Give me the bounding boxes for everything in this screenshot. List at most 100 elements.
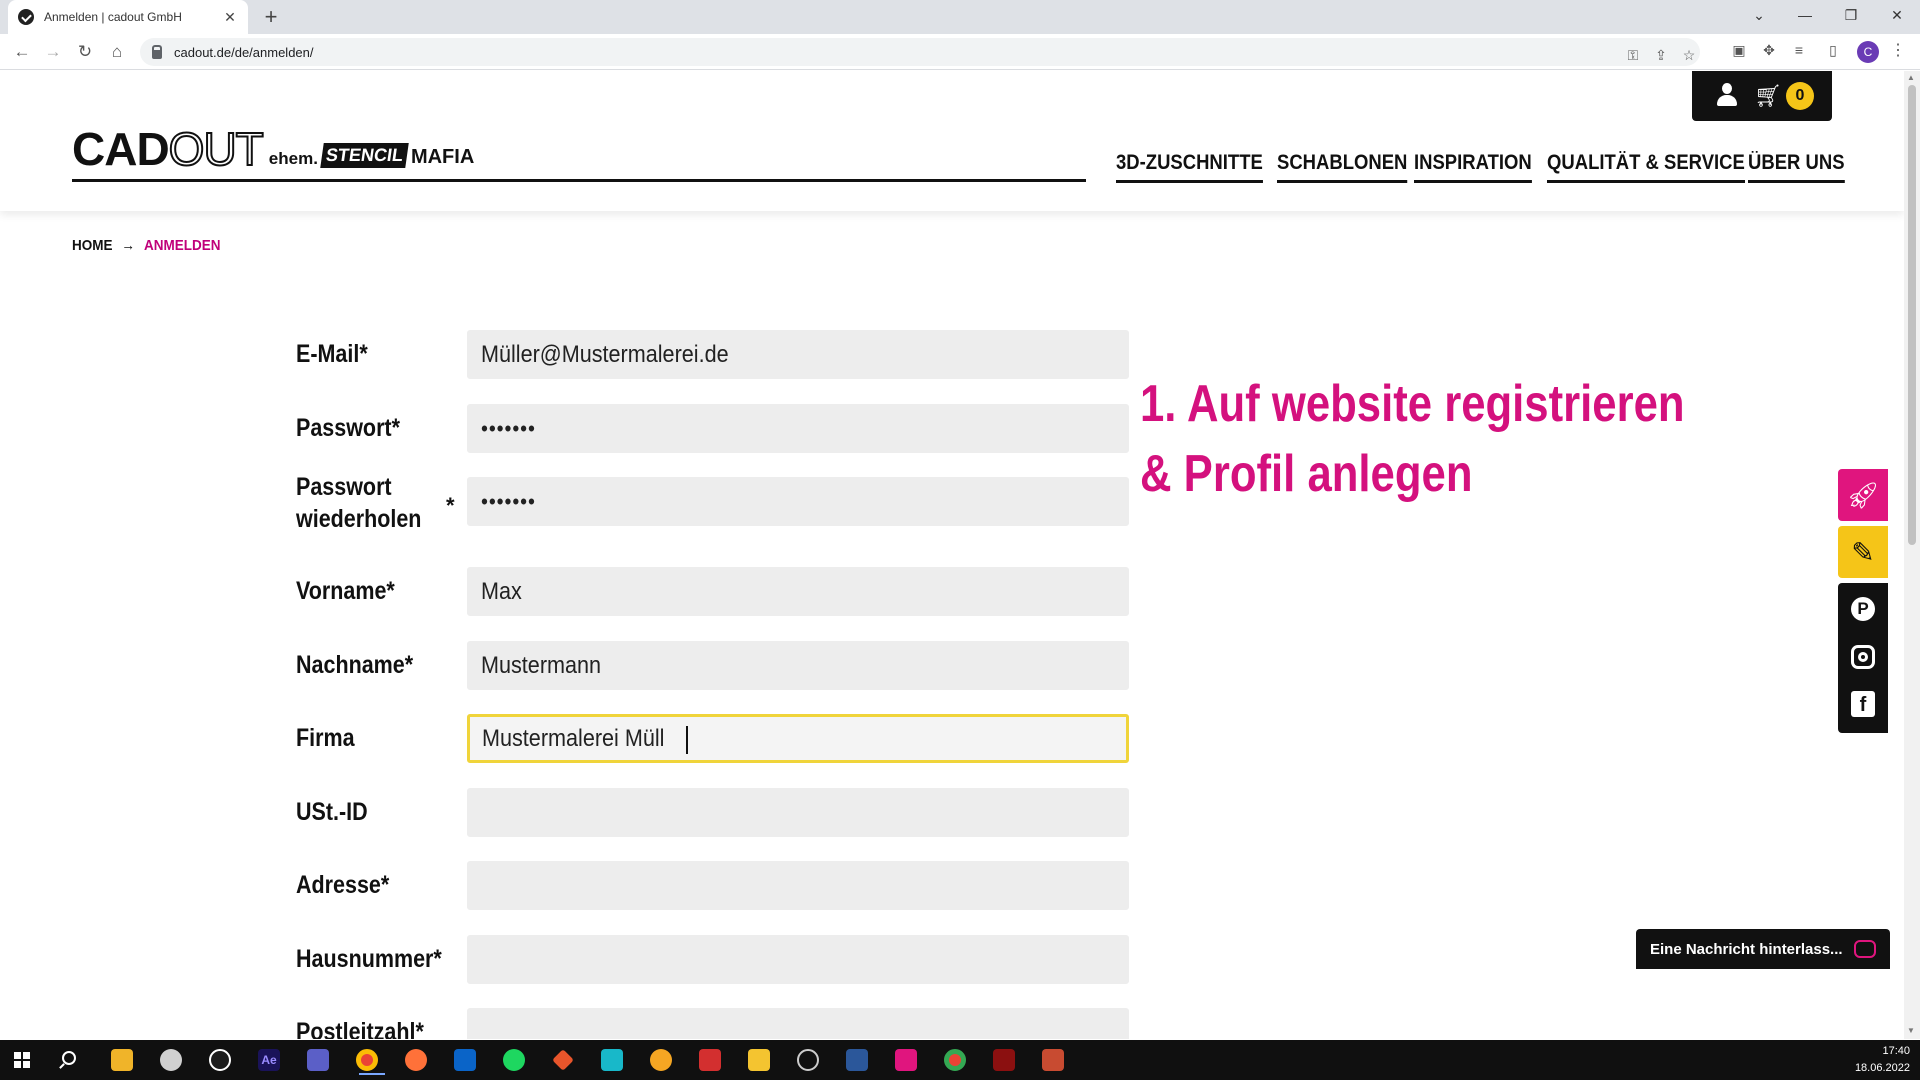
bookmark-star-icon[interactable]: ☆ <box>1680 47 1698 64</box>
edit-button[interactable]: ✎ <box>1838 526 1888 578</box>
address-bar[interactable]: cadout.de/de/anmelden/ ⚿ ⇪ ☆ <box>140 38 1700 66</box>
email-label: E-Mail* <box>296 340 368 368</box>
address-label: Adresse* <box>296 871 390 899</box>
logo-stencil: STENCIL <box>320 143 409 168</box>
cart-count-badge[interactable]: 0 <box>1786 82 1814 110</box>
side-panel-icon[interactable]: ▯ <box>1823 42 1843 59</box>
new-tab-button[interactable]: + <box>258 4 284 30</box>
chat-label: Eine Nachricht hinterlass... <box>1650 940 1843 958</box>
promo-text: 1. Auf website registrieren & Profil anl… <box>1140 369 1685 509</box>
nav-qualitaet-service[interactable]: QUALITÄT & SERVICE <box>1547 143 1745 183</box>
page-scrollbar[interactable]: ▲ ▼ <box>1904 71 1920 1039</box>
scroll-down-icon[interactable]: ▼ <box>1907 1026 1915 1035</box>
extensions-puzzle-icon[interactable]: ✥ <box>1759 42 1779 59</box>
nav-inspiration[interactable]: INSPIRATION <box>1414 143 1532 183</box>
app-red-icon[interactable] <box>993 1049 1015 1071</box>
clock-time: 17:40 <box>1882 1045 1910 1057</box>
password-label: Passwort* <box>296 414 400 442</box>
spotify-icon[interactable] <box>503 1049 525 1071</box>
share-icon[interactable]: ⇪ <box>1652 47 1670 64</box>
close-tab-icon[interactable]: ✕ <box>222 9 238 26</box>
pinterest-icon[interactable]: P <box>1851 597 1875 621</box>
screenshot-extension-icon[interactable]: ▣ <box>1729 42 1749 59</box>
forward-button[interactable]: → <box>41 40 65 64</box>
nav-schablonen[interactable]: SCHABLONEN <box>1277 143 1408 183</box>
password-repeat-field[interactable]: ••••••• <box>467 477 1129 526</box>
acrobat-icon[interactable] <box>699 1049 721 1071</box>
instagram-icon[interactable] <box>1851 645 1875 669</box>
after-effects-icon[interactable]: Ae <box>258 1049 280 1071</box>
shopping-cart-icon[interactable]: 🛒︎ <box>1754 83 1782 109</box>
text-caret <box>685 725 688 754</box>
tab-search-chevron-icon[interactable]: ⌄ <box>1736 0 1782 34</box>
social-links: P f <box>1838 583 1888 733</box>
lastname-field[interactable]: Mustermann <box>467 641 1129 690</box>
chat-bubble-icon <box>1854 940 1876 958</box>
vat-field[interactable] <box>467 788 1129 837</box>
scrollbar-thumb[interactable] <box>1908 85 1916 545</box>
chat-widget[interactable]: Eine Nachricht hinterlass... <box>1636 929 1890 969</box>
app-grid-icon[interactable] <box>1042 1049 1064 1071</box>
password-repeat-label-line2: wiederholen <box>296 505 422 533</box>
teams-icon[interactable] <box>307 1049 329 1071</box>
minimize-window-button[interactable]: — <box>1782 0 1828 34</box>
profile-avatar[interactable]: C <box>1857 41 1879 63</box>
account-cart-box: 🛒︎ 0 <box>1692 71 1832 121</box>
outlook-icon[interactable] <box>454 1049 476 1071</box>
tab-title: Anmelden | cadout GmbH <box>44 10 182 24</box>
rocket-button[interactable]: 🚀︎ <box>1838 469 1888 521</box>
pencil-icon: ✎ <box>1851 536 1875 568</box>
password-repeat-label-line1: Passwort <box>296 473 392 501</box>
obs-icon[interactable] <box>797 1049 819 1071</box>
scroll-up-icon[interactable]: ▲ <box>1907 73 1915 82</box>
email-field[interactable]: Müller@Mustermalerei.de <box>467 330 1129 379</box>
chrome-profile-icon[interactable] <box>944 1049 966 1071</box>
web-page: CAD OUT ehem. STENCIL MAFIA 3D-ZUSCHNITT… <box>0 71 1904 1039</box>
xbox-icon[interactable] <box>209 1049 231 1071</box>
firefox-icon[interactable] <box>405 1049 427 1071</box>
company-field[interactable]: Mustermalerei Müll <box>467 714 1129 763</box>
firstname-field[interactable]: Max <box>467 567 1129 616</box>
taskbar-search-icon[interactable] <box>62 1051 76 1065</box>
promo-line-1: 1. Auf website registrieren <box>1140 375 1685 433</box>
logo-brand-cad: CAD <box>72 123 170 175</box>
site-logo[interactable]: CAD OUT ehem. STENCIL MAFIA <box>72 123 474 175</box>
lastname-label: Nachname* <box>296 651 414 679</box>
app-s-icon[interactable] <box>601 1049 623 1071</box>
lock-icon[interactable] <box>152 44 162 59</box>
back-button[interactable]: ← <box>10 40 34 64</box>
browser-menu-icon[interactable]: ⋮ <box>1890 40 1906 60</box>
address-field[interactable] <box>467 861 1129 910</box>
vat-label: USt.-ID <box>296 798 368 826</box>
media-control-icon[interactable]: ≡ <box>1789 42 1809 58</box>
postcode-field[interactable] <box>467 1008 1129 1039</box>
house-number-field[interactable] <box>467 935 1129 984</box>
taskbar-clock[interactable]: 17:40 18.06.2022 <box>1846 1043 1910 1077</box>
nav-ueber-uns[interactable]: ÜBER UNS <box>1748 143 1845 183</box>
house-number-label: Hausnummer* <box>296 945 442 973</box>
home-button[interactable]: ⌂ <box>105 40 129 64</box>
creative-cloud-icon[interactable] <box>895 1049 917 1071</box>
password-field[interactable]: ••••••• <box>467 404 1129 453</box>
header-divider <box>72 179 1086 182</box>
app-i-icon[interactable] <box>748 1049 770 1071</box>
file-explorer-icon[interactable] <box>111 1049 133 1071</box>
restore-window-button[interactable]: ❐ <box>1828 0 1874 34</box>
close-window-button[interactable]: ✕ <box>1874 0 1920 34</box>
app-arrow-icon[interactable] <box>552 1049 574 1071</box>
word-icon[interactable] <box>846 1049 868 1071</box>
app-blender-icon[interactable] <box>650 1049 672 1071</box>
logo-ehem: ehem. <box>268 149 318 168</box>
rocket-icon: 🚀︎ <box>1846 479 1880 510</box>
browser-tab[interactable]: Anmelden | cadout GmbH ✕ <box>8 0 248 34</box>
chrome-icon[interactable] <box>356 1049 385 1075</box>
reload-button[interactable]: ↻ <box>73 40 97 64</box>
browser-tab-strip: Anmelden | cadout GmbH ✕ + ⌄ — ❐ ✕ <box>0 0 1920 34</box>
app-cloud-icon[interactable] <box>160 1049 182 1071</box>
breadcrumb-home[interactable]: HOME <box>72 237 113 254</box>
user-account-icon[interactable] <box>1716 83 1738 107</box>
key-icon[interactable]: ⚿ <box>1624 47 1642 64</box>
facebook-icon[interactable]: f <box>1851 691 1875 717</box>
windows-start-icon[interactable] <box>14 1052 30 1068</box>
nav-3d-zuschnitte[interactable]: 3D-ZUSCHNITTE <box>1116 143 1263 183</box>
